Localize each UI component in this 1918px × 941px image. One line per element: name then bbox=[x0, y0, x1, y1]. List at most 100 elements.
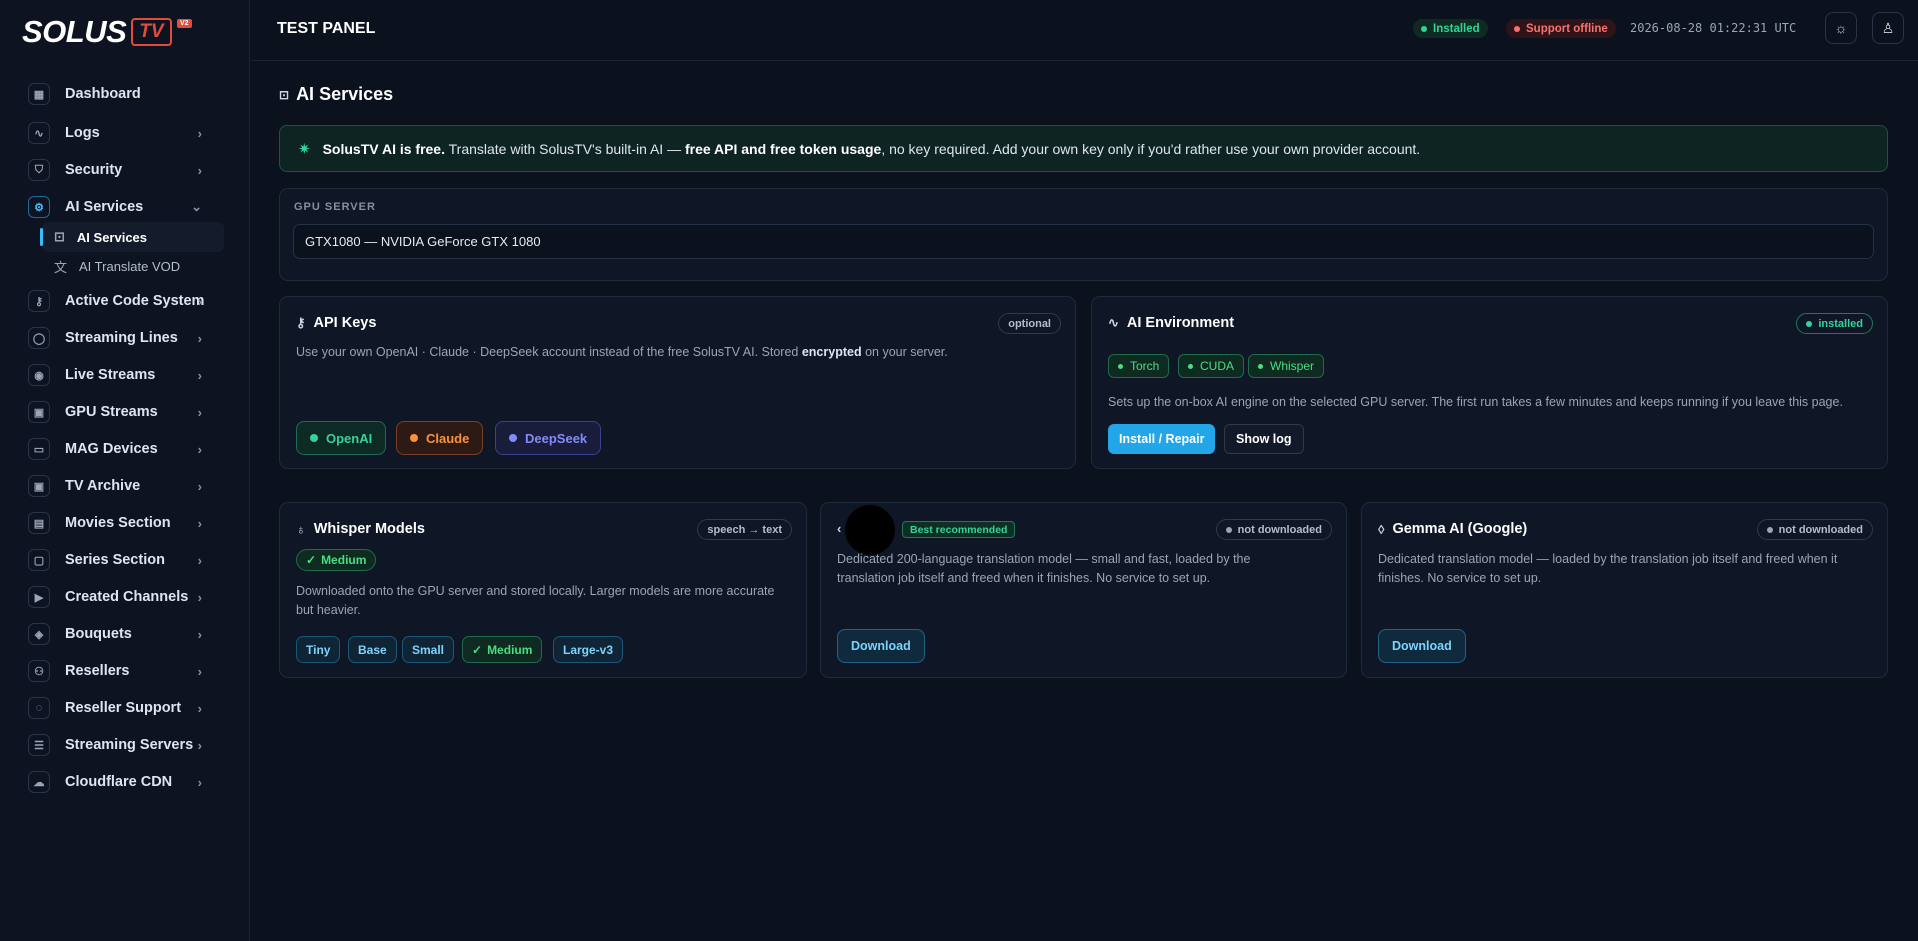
sidebar-item-cloudflare-cdn[interactable]: ☁ Cloudflare CDN › bbox=[20, 764, 224, 800]
status-dot bbox=[1806, 320, 1813, 327]
chevron-right-icon: › bbox=[197, 737, 202, 753]
whisper-models-title: ♁ Whisper Models bbox=[296, 521, 425, 537]
model-option-base[interactable]: Base bbox=[348, 636, 397, 663]
status-dot bbox=[1514, 25, 1520, 32]
gpu-server-card: GPU SERVER GTX1080 — NVIDIA GeForce GTX … bbox=[279, 188, 1888, 281]
user-icon: ◯ bbox=[28, 327, 50, 349]
model-option-small[interactable]: Small bbox=[402, 636, 455, 663]
model-option-tiny[interactable]: Tiny bbox=[296, 636, 341, 663]
status-dot bbox=[1225, 526, 1232, 533]
sidebar-item-active-code-system[interactable]: ⚷ Active Code System › bbox=[20, 283, 224, 319]
key-icon: ⚷ bbox=[28, 290, 50, 312]
sidebar-subitem-ai-translate-vod[interactable]: 文 AI Translate VOD bbox=[42, 251, 224, 281]
ai-environment-card: ∿ AI Environment installed Torch CUDA Whi… bbox=[1091, 296, 1888, 469]
sidebar-item-streaming-lines[interactable]: ◯ Streaming Lines › bbox=[20, 320, 224, 356]
gemma-description: Dedicated translation model — loaded by … bbox=[1378, 552, 1838, 585]
topbar: TEST PANEL Installed Support offline 202… bbox=[251, 0, 1918, 61]
status-dot bbox=[410, 434, 418, 442]
chevron-right-icon: › bbox=[197, 589, 202, 605]
sidebar-item-series-section[interactable]: ▢ Series Section › bbox=[20, 542, 224, 578]
gemma-ai-card: ◊ Gemma AI (Google) not downloaded Dedica… bbox=[1361, 502, 1888, 678]
robot-icon: ⊡ bbox=[54, 229, 65, 244]
robot-icon: ⊡ bbox=[279, 87, 290, 102]
device-icon: ▭ bbox=[28, 438, 50, 460]
optional-badge: optional bbox=[998, 313, 1061, 334]
tv-icon: ▢ bbox=[28, 549, 50, 571]
cpu-gear-icon: ⚙ bbox=[28, 196, 50, 218]
panel-title: TEST PANEL bbox=[277, 20, 376, 37]
sun-icon: ☼ bbox=[1834, 20, 1848, 36]
chevron-right-icon: › bbox=[197, 663, 202, 679]
status-dot bbox=[1188, 363, 1193, 369]
show-log-button[interactable]: Show log bbox=[1224, 424, 1304, 454]
chevron-right-icon: › bbox=[197, 478, 202, 494]
selected-model-badge: ✓ Medium bbox=[296, 549, 377, 571]
whisper-description: Downloaded onto the GPU server and store… bbox=[296, 584, 775, 617]
brand-logo[interactable]: SOLUS TV V2 bbox=[22, 14, 192, 50]
chevron-right-icon: › bbox=[197, 552, 202, 568]
chevron-right-icon: › bbox=[197, 700, 202, 716]
sidebar-item-dashboard[interactable]: ▦ Dashboard bbox=[20, 76, 224, 112]
status-dot bbox=[1421, 25, 1427, 32]
openai-provider-button[interactable]: OpenAI bbox=[296, 421, 387, 455]
sidebar-item-ai-services[interactable]: ⚙ AI Services ⌄ bbox=[20, 189, 224, 225]
user-menu-button[interactable]: ♙ bbox=[1872, 12, 1904, 44]
whisper-tag: Whisper bbox=[1248, 354, 1325, 378]
activity-icon: ∿ bbox=[28, 122, 50, 144]
sidebar-item-live-streams[interactable]: ◉ Live Streams › bbox=[20, 357, 224, 393]
whisper-models-card: ♁ Whisper Models speech → text ✓ Medium Do… bbox=[279, 502, 807, 678]
sidebar-item-reseller-support[interactable]: ◌ Reseller Support › bbox=[20, 690, 224, 726]
sidebar-item-security[interactable]: ⛉ Security › bbox=[20, 152, 224, 188]
status-dot bbox=[1118, 363, 1123, 369]
user-icon: ♙ bbox=[1881, 19, 1895, 36]
theme-toggle-button[interactable]: ☼ bbox=[1825, 12, 1857, 44]
sidebar-subitem-ai-services[interactable]: ⊡ AI Services bbox=[40, 222, 224, 252]
status-dot bbox=[1258, 363, 1263, 369]
chevron-right-icon: › bbox=[197, 404, 202, 420]
grid-icon: ▦ bbox=[28, 83, 50, 105]
best-recommended-badge: Best recommended bbox=[902, 521, 1016, 538]
deepseek-provider-button[interactable]: DeepSeek bbox=[495, 421, 602, 455]
download-button[interactable]: Download bbox=[837, 629, 925, 663]
sidebar-item-bouquets[interactable]: ◈ Bouquets › bbox=[20, 616, 224, 652]
claude-provider-button[interactable]: Claude bbox=[396, 421, 484, 455]
server-timestamp: 2026-08-28 01:22:31 UTC bbox=[1630, 21, 1797, 35]
status-dot bbox=[1766, 526, 1773, 533]
archive-icon: ▣ bbox=[28, 475, 50, 497]
layers-icon: ◈ bbox=[28, 623, 50, 645]
chevron-right-icon: › bbox=[197, 125, 202, 141]
cuda-tag: CUDA bbox=[1178, 354, 1245, 378]
status-dot bbox=[310, 434, 318, 442]
broadcast-icon: ◉ bbox=[28, 364, 50, 386]
redaction-circle bbox=[845, 505, 895, 555]
cloud-icon: ☁ bbox=[28, 771, 50, 793]
sparkle-icon: ✷ bbox=[298, 140, 311, 158]
activity-icon: ∿ bbox=[1108, 315, 1119, 330]
install-repair-button[interactable]: Install / Repair bbox=[1108, 424, 1216, 454]
chat-icon: ◌ bbox=[28, 697, 50, 719]
chevron-right-icon: › bbox=[197, 293, 202, 309]
sidebar-item-logs[interactable]: ∿ Logs › bbox=[20, 115, 224, 151]
download-button[interactable]: Download bbox=[1378, 629, 1466, 663]
sidebar-item-mag-devices[interactable]: ▭ MAG Devices › bbox=[20, 431, 224, 467]
translation-model-description: Dedicated 200-language translation model… bbox=[837, 552, 1251, 585]
sidebar-item-streaming-servers[interactable]: ☰ Streaming Servers › bbox=[20, 727, 224, 763]
sidebar-item-gpu-streams[interactable]: ▣ GPU Streams › bbox=[20, 394, 224, 430]
status-dot bbox=[509, 434, 517, 442]
ai-environment-description: Sets up the on-box AI engine on the sele… bbox=[1108, 395, 1843, 409]
sidebar-item-created-channels[interactable]: ▶ Created Channels › bbox=[20, 579, 224, 615]
api-keys-description: Use your own OpenAI · Claude · DeepSeek … bbox=[296, 345, 948, 359]
sidebar-item-movies-section[interactable]: ▤ Movies Section › bbox=[20, 505, 224, 541]
chevron-right-icon: › bbox=[197, 626, 202, 642]
sidebar-item-resellers[interactable]: ⚇ Resellers › bbox=[20, 653, 224, 689]
model-option-large-v3[interactable]: Large-v3 bbox=[553, 636, 624, 663]
check-icon: ✓ bbox=[472, 642, 483, 657]
key-icon: ⚷ bbox=[296, 315, 306, 330]
support-status-badge: Support offline bbox=[1506, 19, 1616, 38]
sidebar-item-tv-archive[interactable]: ▣ TV Archive › bbox=[20, 468, 224, 504]
gemma-ai-title: ◊ Gemma AI (Google) bbox=[1378, 521, 1528, 537]
api-keys-card: ⚷ API Keys optional Use your own OpenAI ·… bbox=[279, 296, 1076, 469]
film-icon: ▤ bbox=[28, 512, 50, 534]
gpu-server-select[interactable]: GTX1080 — NVIDIA GeForce GTX 1080 bbox=[293, 224, 1874, 259]
model-option-medium[interactable]: ✓ Medium bbox=[462, 636, 543, 663]
